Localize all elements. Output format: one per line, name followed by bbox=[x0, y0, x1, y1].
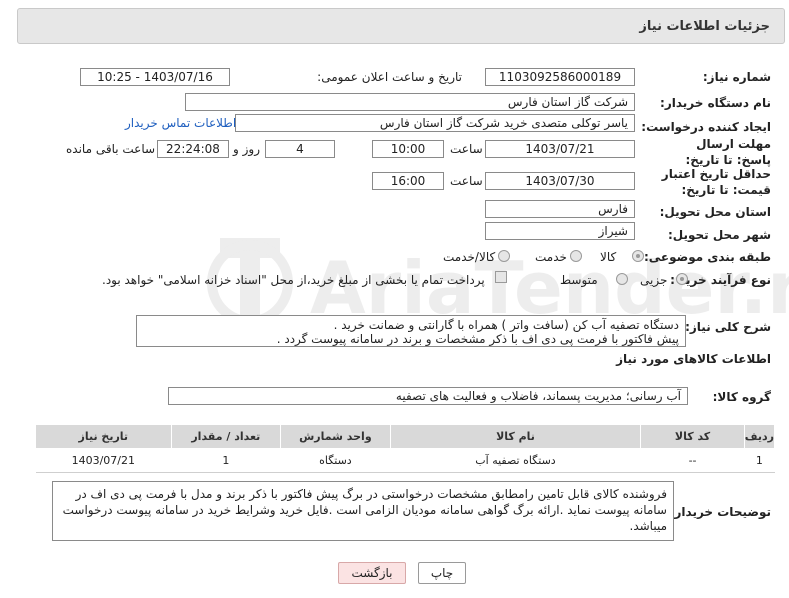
deadline-time-label: ساعت bbox=[450, 142, 483, 156]
days-label: روز و bbox=[233, 142, 260, 156]
validity-time-field: 16:00 bbox=[372, 172, 444, 190]
cell-row: 1 bbox=[744, 448, 775, 473]
category-both-radio[interactable] bbox=[498, 250, 510, 262]
col-name: نام کالا bbox=[389, 424, 642, 449]
category-label: طبقه بندی موضوعی: bbox=[643, 250, 771, 264]
goods-table-header: ردیف کد کالا نام کالا واحد شمارش تعداد /… bbox=[35, 424, 776, 449]
process-medium-radio[interactable] bbox=[616, 273, 628, 285]
city-field: شیراز bbox=[485, 222, 635, 240]
goods-group-label: گروه کالا: bbox=[712, 390, 771, 404]
cell-code: -- bbox=[640, 448, 745, 473]
col-qty: تعداد / مقدار bbox=[170, 424, 282, 449]
category-goods-label: کالا bbox=[600, 250, 617, 264]
buyer-contact-link[interactable]: اطلاعات تماس خریدار bbox=[125, 116, 236, 130]
deadline-date-field: 1403/07/21 bbox=[485, 140, 635, 158]
col-unit: واحد شمارش bbox=[280, 424, 391, 449]
category-service-radio[interactable] bbox=[570, 250, 582, 262]
cell-unit: دستگاه bbox=[280, 448, 391, 473]
buyer-notes-label: توضیحات خریدار: bbox=[669, 505, 771, 519]
cell-date: 1403/07/21 bbox=[35, 448, 172, 473]
goods-group-field: آب رسانی؛ مدیریت پسماند، فاضلاب و فعالیت… bbox=[168, 387, 688, 405]
requester-field: یاسر توکلی متصدی خرید شرکت گاز استان فار… bbox=[235, 114, 635, 132]
announce-label: تاریخ و ساعت اعلان عمومی: bbox=[317, 70, 462, 84]
cell-name: دستگاه تصفیه آب bbox=[390, 448, 641, 473]
announce-field: 1403/07/16 - 10:25 bbox=[80, 68, 230, 86]
col-code: کد کالا bbox=[640, 424, 745, 449]
validity-label: حداقل تاریخ اعتبار قیمت: تا تاریخ: bbox=[661, 167, 771, 197]
description-text: دستگاه تصفیه آب کن (سافت واتر ) همراه با… bbox=[136, 315, 686, 347]
deadline-label: مهلت ارسال پاسخ: تا تاریخ: bbox=[685, 137, 772, 167]
buyer-notes-text: فروشنده کالای قابل تامین رامطابق مشخصات … bbox=[52, 481, 674, 541]
payment-note: پرداخت تمام یا بخشی از مبلغ خرید،از محل … bbox=[102, 273, 485, 287]
col-date: تاریخ نیاز bbox=[35, 424, 172, 449]
back-button[interactable]: بازگشت bbox=[338, 562, 406, 584]
deadline-time-field: 10:00 bbox=[372, 140, 444, 158]
category-service-label: خدمت bbox=[535, 250, 567, 264]
days-field: 4 bbox=[265, 140, 335, 158]
validity-date-field: 1403/07/30 bbox=[485, 172, 635, 190]
process-minor-label: جزیی bbox=[640, 273, 668, 287]
cell-qty: 1 bbox=[171, 448, 281, 473]
remaining-label: ساعت باقی مانده bbox=[66, 142, 156, 156]
remaining-time-field: 22:24:08 bbox=[157, 140, 229, 158]
requester-label: ایجاد کننده درخواست: bbox=[641, 120, 771, 134]
city-label: شهر محل تحویل: bbox=[667, 228, 771, 242]
description-label: شرح کلی نیاز: bbox=[685, 320, 771, 334]
table-row: 1 -- دستگاه تصفیه آب دستگاه 1 1403/07/21 bbox=[35, 448, 775, 473]
process-minor-radio[interactable] bbox=[676, 273, 688, 285]
validity-time-label: ساعت bbox=[450, 174, 483, 188]
province-field: فارس bbox=[485, 200, 635, 218]
category-both-label: کالا/خدمت bbox=[443, 250, 496, 264]
goods-section-title: اطلاعات کالاهای مورد نیاز bbox=[616, 352, 771, 366]
buyer-org-field: شرکت گاز استان فارس bbox=[185, 93, 635, 111]
page-header: جزئیات اطلاعات نیاز bbox=[17, 8, 785, 44]
process-medium-label: متوسط bbox=[560, 273, 598, 287]
need-number-label: شماره نیاز: bbox=[702, 70, 771, 84]
treasury-payment-checkbox[interactable] bbox=[495, 271, 507, 283]
need-number-field: 1103092586000189 bbox=[485, 68, 635, 86]
category-goods-radio[interactable] bbox=[632, 250, 644, 262]
print-button[interactable]: چاپ bbox=[418, 562, 466, 584]
buyer-org-label: نام دستگاه خریدار: bbox=[660, 96, 771, 110]
province-label: استان محل تحویل: bbox=[659, 205, 771, 219]
col-row: ردیف bbox=[743, 424, 776, 449]
goods-table: ردیف کد کالا نام کالا واحد شمارش تعداد /… bbox=[35, 424, 776, 473]
page-title: جزئیات اطلاعات نیاز bbox=[639, 19, 770, 34]
